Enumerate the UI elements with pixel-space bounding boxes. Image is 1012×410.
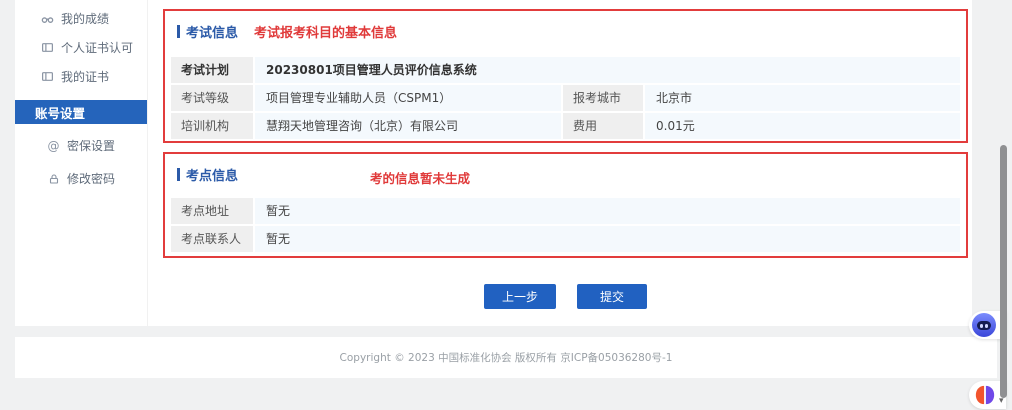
sidebar-item-cert-recognition[interactable]: 个人证书认可 [15, 33, 147, 62]
sidebar-item-my-scores[interactable]: 我的成绩 [15, 4, 147, 33]
submit-button[interactable]: 提交 [577, 284, 647, 309]
exam-plan-label: 考试计划 [171, 57, 253, 83]
site-info-table: 考点地址 暂无 考点联系人 暂无 [171, 198, 960, 252]
exam-info-table: 考试计划 20230801项目管理人员评价信息系统 考试等级 项目管理专业辅助人… [171, 57, 960, 139]
sidebar: 我的成绩 个人证书认可 我的证书 账号设置 @ 密保设置 修改密码 [15, 0, 148, 326]
site-info-note: 考的信息暂未生成 [370, 171, 471, 186]
sidebar-item-account-settings[interactable]: 账号设置 [15, 100, 147, 124]
sidebar-item-label: 我的成绩 [61, 12, 110, 26]
previous-step-button[interactable]: 上一步 [484, 284, 556, 309]
at-icon: @ [47, 138, 60, 153]
site-contact-value: 暂无 [255, 226, 960, 252]
exam-info-header: 考试信息 考试报考科目的基本信息 [177, 22, 397, 41]
city-label: 报考城市 [563, 85, 643, 111]
site-contact-label: 考点联系人 [171, 226, 253, 252]
content-panel: 我的成绩 个人证书认可 我的证书 账号设置 @ 密保设置 修改密码 考试信息 考… [15, 0, 972, 326]
exam-level-value: 项目管理专业辅助人员（CSPM1） [255, 85, 561, 111]
vertical-scrollbar[interactable] [1000, 145, 1007, 398]
robot-face-icon [972, 313, 996, 337]
fee-value: 0.01元 [645, 113, 960, 139]
sidebar-item-label: 账号设置 [35, 105, 86, 121]
glasses-icon [41, 12, 54, 25]
lock-icon [47, 172, 60, 185]
site-address-label: 考点地址 [171, 198, 253, 224]
site-info-title: 考点信息 [186, 169, 239, 184]
copyright-text: Copyright © 2023 中国标准化协会 版权所有 京ICP备05036… [339, 352, 673, 364]
certificate-icon [41, 70, 54, 83]
certificate-icon [41, 41, 54, 54]
exam-info-section: 考试信息 考试报考科目的基本信息 考试计划 20230801项目管理人员评价信息… [163, 9, 968, 143]
site-address-value: 暂无 [255, 198, 960, 224]
page-footer: Copyright © 2023 中国标准化协会 版权所有 京ICP备05036… [15, 337, 997, 378]
training-org-label: 培训机构 [171, 113, 253, 139]
sidebar-item-change-password[interactable]: 修改密码 [15, 164, 147, 193]
exam-level-label: 考试等级 [171, 85, 253, 111]
scroll-down-arrow-icon[interactable]: ▾ [999, 396, 1004, 406]
sidebar-item-label: 我的证书 [61, 70, 110, 84]
brain-icon [975, 385, 995, 405]
sidebar-item-label: 修改密码 [67, 172, 116, 186]
sidebar-item-my-certificates[interactable]: 我的证书 [15, 62, 147, 91]
exam-registration-page: { "sidebar": { "items": [ { "label": "我的… [0, 0, 1012, 410]
exam-plan-value: 20230801项目管理人员评价信息系统 [255, 57, 960, 83]
title-accent-bar [177, 168, 180, 181]
city-value: 北京市 [645, 85, 960, 111]
sidebar-item-label: 个人证书认可 [61, 41, 134, 55]
sidebar-item-security-settings[interactable]: @ 密保设置 [15, 131, 147, 160]
training-org-value: 慧翔天地管理咨询（北京）有限公司 [255, 113, 561, 139]
exam-info-title: 考试信息 [186, 26, 239, 41]
site-info-section: 考点信息 考的信息暂未生成 考点地址 暂无 考点联系人 暂无 [163, 152, 968, 258]
site-info-header: 考点信息 [177, 165, 238, 184]
sidebar-item-label: 密保设置 [67, 139, 116, 153]
exam-info-note: 考试报考科目的基本信息 [254, 26, 398, 41]
title-accent-bar [177, 25, 180, 38]
fee-label: 费用 [563, 113, 643, 139]
